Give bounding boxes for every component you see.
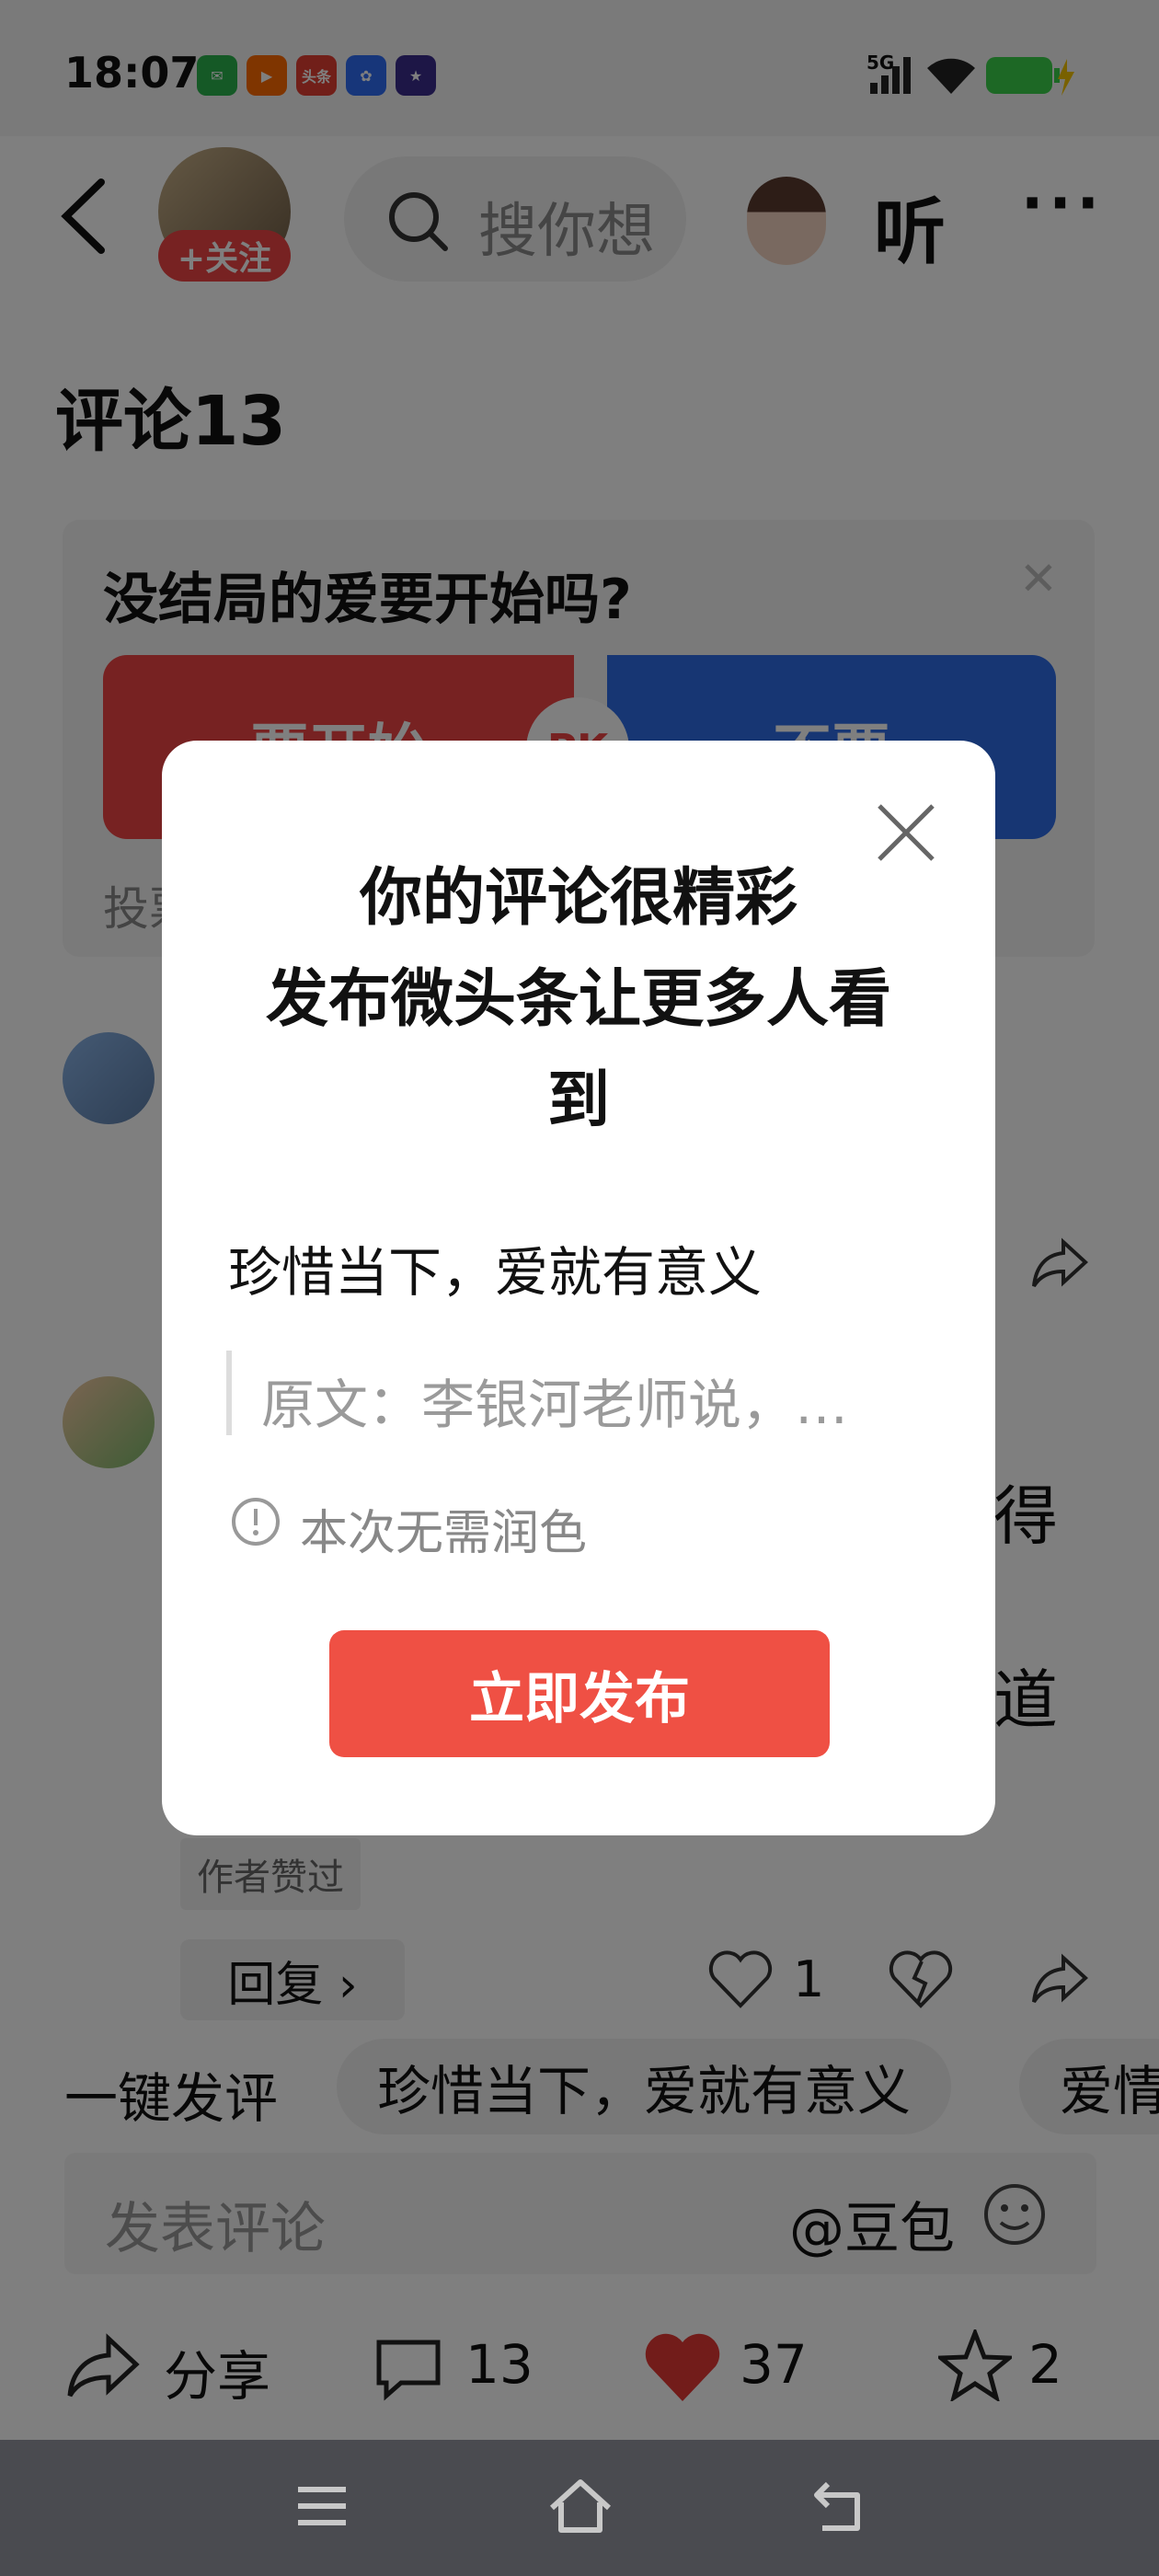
info-icon: [232, 1498, 280, 1546]
back-nav-icon[interactable]: [809, 2477, 868, 2536]
publish-button[interactable]: 立即发布: [329, 1630, 830, 1757]
quote-bar: [226, 1351, 232, 1435]
dialog-comment-text: 珍惜当下，爱就有意义: [228, 1241, 763, 1304]
polish-note: 本次无需润色: [300, 1506, 588, 1561]
original-quote: 原文：李银河老师说，…: [261, 1374, 849, 1436]
home-icon[interactable]: [546, 2477, 614, 2536]
dialog-title: 你的评论很精彩 发布微头条让更多人看 到: [265, 862, 891, 1137]
menu-icon[interactable]: [294, 2480, 350, 2532]
